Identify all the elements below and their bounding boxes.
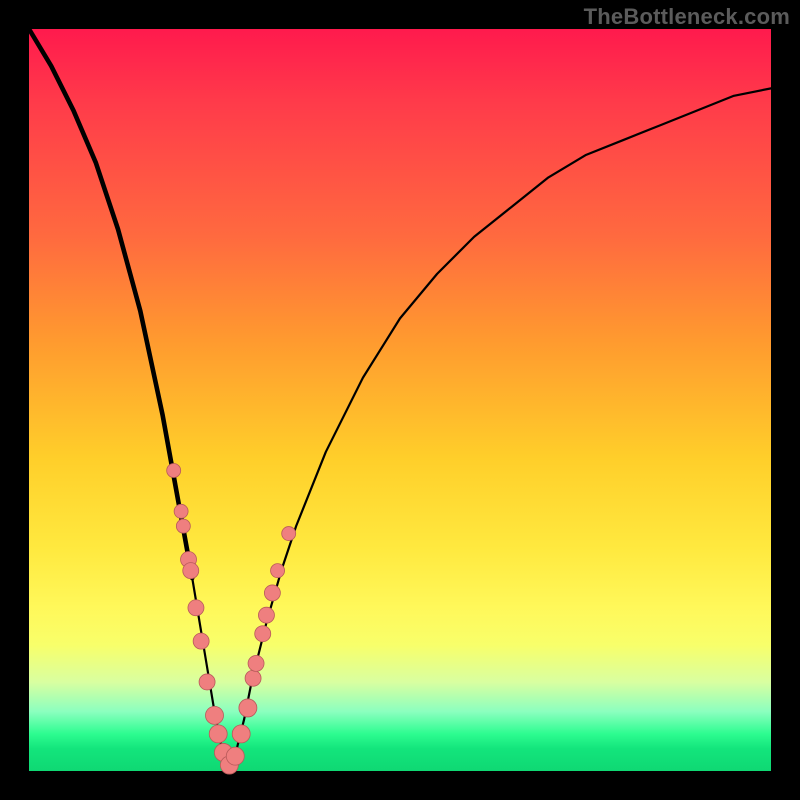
plot-area <box>29 29 771 771</box>
sample-dot <box>209 725 227 743</box>
sample-dot <box>183 563 199 579</box>
sample-dot <box>271 564 285 578</box>
sample-dot <box>188 600 204 616</box>
sample-dot <box>167 463 181 477</box>
sample-dot <box>193 633 209 649</box>
sample-dot <box>255 626 271 642</box>
sample-dot <box>264 585 280 601</box>
sample-dot <box>174 504 188 518</box>
sample-dot <box>245 670 261 686</box>
sample-dots <box>167 463 296 774</box>
curve-svg <box>29 29 771 771</box>
watermark-text: TheBottleneck.com <box>584 4 790 30</box>
chart-frame: TheBottleneck.com <box>0 0 800 800</box>
sample-dot <box>239 699 257 717</box>
sample-dot <box>232 725 250 743</box>
bottleneck-curve <box>29 29 771 771</box>
sample-dot <box>199 674 215 690</box>
sample-dot <box>176 519 190 533</box>
sample-dot <box>258 607 274 623</box>
sample-dot <box>206 706 224 724</box>
sample-dot <box>226 747 244 765</box>
sample-dot <box>248 655 264 671</box>
sample-dot <box>282 527 296 541</box>
